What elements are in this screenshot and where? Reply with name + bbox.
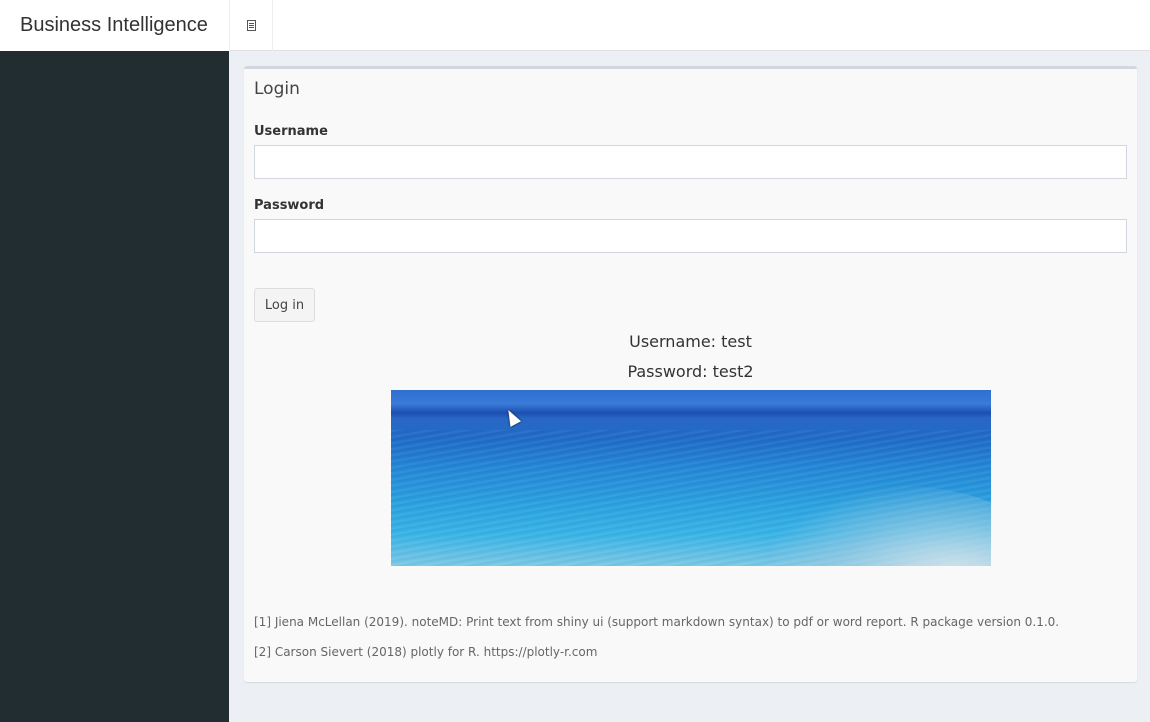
reference-2: [2] Carson Sievert (2018) plotly for R. … <box>254 645 598 659</box>
app-title[interactable]: Business Intelligence <box>0 0 229 51</box>
sidebar <box>0 51 229 722</box>
sidebar-toggle-icon <box>246 20 256 31</box>
reference-1: [1] Jiena McLellan (2019). noteMD: Print… <box>254 615 1060 629</box>
username-hint: Username: test <box>629 332 752 351</box>
username-label: Username <box>254 124 328 139</box>
top-header: Business Intelligence <box>0 0 1150 51</box>
login-box: Login Username Password Log in Username:… <box>244 66 1137 682</box>
login-button[interactable]: Log in <box>254 288 315 322</box>
login-title: Login <box>254 79 300 99</box>
sidebar-toggle-button[interactable] <box>229 0 273 51</box>
password-hint: Password: test2 <box>627 362 754 381</box>
password-label: Password <box>254 198 325 213</box>
main-content: Login Username Password Log in Username:… <box>229 51 1150 722</box>
username-input[interactable] <box>254 145 1127 179</box>
ocean-banner-image <box>391 390 991 566</box>
password-input[interactable] <box>254 219 1127 253</box>
mouse-cursor-icon <box>502 407 522 427</box>
